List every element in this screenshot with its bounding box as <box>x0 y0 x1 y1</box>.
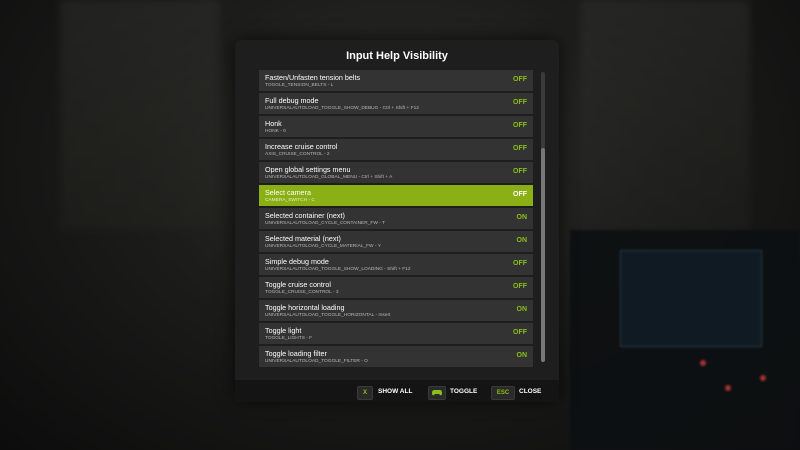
close-button[interactable]: CLOSE <box>519 388 541 395</box>
action-binding: UNIVERSALAUTOLOAD_TOGGLE_HORIZONTAL - In… <box>265 313 391 318</box>
visibility-toggle-value[interactable]: OFF <box>513 122 527 129</box>
action-row[interactable]: Select camera CAMERA_SWITCH - C OFF <box>259 185 533 206</box>
visibility-toggle-value[interactable]: OFF <box>513 283 527 290</box>
background-dashboard-light <box>700 360 706 366</box>
action-binding: TOGGLE_CRUISE_CONTROL - 3 <box>265 290 339 295</box>
input-help-dialog: Input Help Visibility Fasten/Unfasten te… <box>235 40 559 400</box>
action-title: Simple debug mode <box>265 257 329 266</box>
action-row[interactable]: Toggle cruise control TOGGLE_CRUISE_CONTR… <box>259 277 533 298</box>
visibility-toggle-value[interactable]: OFF <box>513 191 527 198</box>
action-binding: UNIVERSALAUTOLOAD_CYCLE_MATERIAL_FW - Y <box>265 244 381 249</box>
dialog-title: Input Help Visibility <box>346 50 448 62</box>
action-binding: UNIVERSALAUTOLOAD_TOGGLE_FILTER - O <box>265 359 368 364</box>
action-row[interactable]: Open global settings menu UNIVERSALAUTOLO… <box>259 162 533 183</box>
background-window-left <box>60 0 220 230</box>
action-row[interactable]: Toggle horizontal loading UNIVERSALAUTOLO… <box>259 300 533 321</box>
action-list[interactable]: Fasten/Unfasten tension belts TOGGLE_TENS… <box>259 70 533 404</box>
action-title: Toggle cruise control <box>265 280 331 289</box>
toggle-button[interactable]: TOGGLE <box>450 388 477 395</box>
background-dashboard-screen <box>620 250 762 347</box>
action-row[interactable]: Toggle loading filter UNIVERSALAUTOLOAD_T… <box>259 346 533 367</box>
action-title: Selected material (next) <box>265 234 341 243</box>
action-binding: UNIVERSALAUTOLOAD_TOGGLE_SHOW_DEBUG - Ct… <box>265 106 419 111</box>
background-dashboard-light <box>760 375 766 381</box>
background-dashboard-light <box>725 385 731 391</box>
visibility-toggle-value[interactable]: ON <box>517 306 528 313</box>
action-row[interactable]: Increase cruise control AXIS_CRUISE_CONTR… <box>259 139 533 160</box>
action-binding: CAMERA_SWITCH - C <box>265 198 315 203</box>
action-row[interactable]: Selected container (next) UNIVERSALAUTOLO… <box>259 208 533 229</box>
action-binding: HONK - 0 <box>265 129 286 134</box>
visibility-toggle-value[interactable]: OFF <box>513 76 527 83</box>
action-binding: TOGGLE_LIGHTS - F <box>265 336 313 341</box>
visibility-toggle-value[interactable]: ON <box>517 237 528 244</box>
scrollbar-thumb[interactable] <box>541 148 545 362</box>
show-all-key-hint[interactable]: X <box>357 386 373 400</box>
visibility-toggle-value[interactable]: ON <box>517 214 528 221</box>
dialog-footer: X SHOW ALL TOGGLE ESC CLOSE <box>235 380 559 402</box>
gamepad-icon[interactable] <box>428 386 446 400</box>
visibility-toggle-value[interactable]: OFF <box>513 260 527 267</box>
action-row[interactable]: Honk HONK - 0 OFF <box>259 116 533 137</box>
visibility-toggle-value[interactable]: ON <box>517 352 528 359</box>
show-all-button[interactable]: SHOW ALL <box>378 388 412 395</box>
action-title: Full debug mode <box>265 96 319 105</box>
action-title: Honk <box>265 119 282 128</box>
action-title: Toggle loading filter <box>265 349 327 358</box>
visibility-toggle-value[interactable]: OFF <box>513 168 527 175</box>
action-title: Open global settings menu <box>265 165 351 174</box>
action-binding: TOGGLE_TENSION_BELTS - L <box>265 83 334 88</box>
action-binding: UNIVERSALAUTOLOAD_GLOBAL_MENU - Ctrl + S… <box>265 175 393 180</box>
action-title: Fasten/Unfasten tension belts <box>265 73 361 82</box>
action-title: Toggle horizontal loading <box>265 303 345 312</box>
background-window-right <box>580 0 750 230</box>
action-row[interactable]: Selected material (next) UNIVERSALAUTOLOA… <box>259 231 533 252</box>
background-dashboard <box>570 230 800 450</box>
action-binding: UNIVERSALAUTOLOAD_TOGGLE_SHOW_LOADING - … <box>265 267 411 272</box>
visibility-toggle-value[interactable]: OFF <box>513 145 527 152</box>
action-row[interactable]: Toggle light TOGGLE_LIGHTS - F OFF <box>259 323 533 344</box>
action-title: Selected container (next) <box>265 211 345 220</box>
visibility-toggle-value[interactable]: OFF <box>513 99 527 106</box>
action-title: Select camera <box>265 188 311 197</box>
visibility-toggle-value[interactable]: OFF <box>513 329 527 336</box>
action-row[interactable]: Full debug mode UNIVERSALAUTOLOAD_TOGGLE_… <box>259 93 533 114</box>
close-key-hint[interactable]: ESC <box>491 386 515 400</box>
action-row[interactable]: Simple debug mode UNIVERSALAUTOLOAD_TOGGL… <box>259 254 533 275</box>
action-row[interactable]: Fasten/Unfasten tension belts TOGGLE_TENS… <box>259 70 533 91</box>
list-scrollbar[interactable] <box>541 72 545 362</box>
action-binding: AXIS_CRUISE_CONTROL - 2 <box>265 152 330 157</box>
action-title: Increase cruise control <box>265 142 338 151</box>
action-binding: UNIVERSALAUTOLOAD_CYCLE_CONTAINER_FW - T <box>265 221 385 226</box>
action-title: Toggle light <box>265 326 302 335</box>
